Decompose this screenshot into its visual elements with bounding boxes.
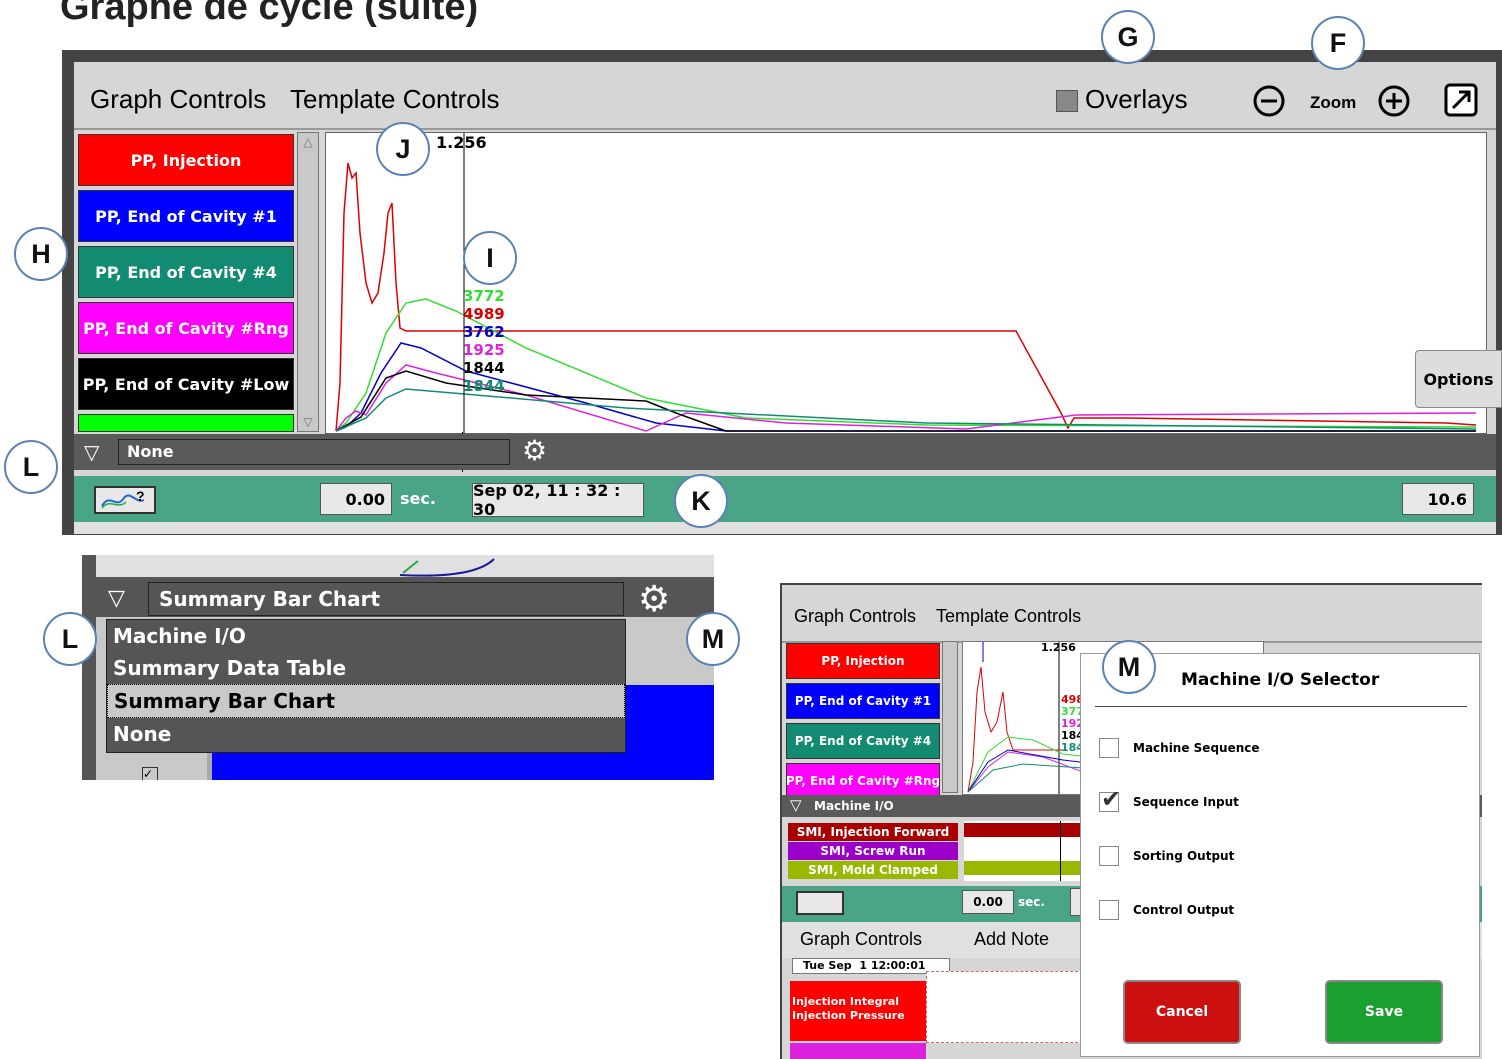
callout-m-right: M (1102, 640, 1156, 694)
dropdown-crop: ▽ Summary Bar Chart ⚙ ✓ Machine I/O Summa… (82, 555, 714, 780)
dialog-divider (1095, 706, 1467, 707)
checkbox-fragment: ✓ (142, 767, 158, 780)
dialog-checkbox-label: Sequence Input (1133, 795, 1239, 809)
right-view-select[interactable]: Machine I/O (814, 798, 1074, 814)
channel-item[interactable]: PP, End of Cavity #Low (78, 358, 294, 410)
dropdown-option[interactable]: Summary Bar Chart (107, 684, 625, 718)
right-channel-item[interactable]: PP, End of Cavity #4 (786, 723, 940, 759)
right-time-unit: sec. (1018, 895, 1045, 909)
right-graph-help-icon[interactable] (796, 891, 844, 915)
dialog-checkbox-label: Sorting Output (1133, 849, 1235, 863)
channel-item[interactable]: PP, Injection (78, 134, 294, 186)
cursor-time: 1.256 (436, 133, 487, 152)
dropdown-left-edge (82, 555, 96, 780)
right-time-value[interactable]: 0.00 (962, 890, 1014, 914)
machine-io-selector-dialog: Machine I/O Selector Machine Sequence ✔ Se… (1080, 653, 1480, 1057)
callout-g: G (1101, 10, 1155, 64)
gear-icon[interactable]: ⚙ (522, 436, 547, 466)
right-channel-item[interactable]: PP, Injection (786, 643, 940, 679)
time-unit: sec. (400, 489, 436, 508)
channel-item[interactable]: PP, End of Cavity #1 (78, 190, 294, 242)
dropdown-option[interactable]: Machine I/O (107, 620, 625, 652)
right-bottom-graph (926, 971, 1088, 1043)
io-cursor (1060, 821, 1061, 881)
right-menu-template-controls[interactable]: Template Controls (936, 606, 1081, 627)
zoom-in-icon[interactable] (1377, 84, 1411, 118)
checkmark-icon: ✔ (1101, 786, 1122, 813)
cursor-value: 3772 (463, 287, 505, 305)
options-button[interactable]: Options (1415, 350, 1502, 408)
right-cursor-time: 1.256 (1041, 641, 1076, 654)
dropdown-arrow-icon[interactable]: ▽ (84, 440, 99, 465)
time-bar (74, 476, 1496, 522)
panel-bottom-edge (74, 522, 1496, 534)
callout-l-top: L (4, 440, 58, 494)
overlays-label: Overlays (1085, 84, 1188, 114)
cursor-value: 1844 (463, 377, 505, 395)
right-dropdown-arrow-icon[interactable]: ▽ (790, 796, 802, 814)
gear-icon[interactable]: ⚙ (638, 579, 670, 619)
dialog-checkbox[interactable] (1099, 846, 1119, 866)
dialog-checkbox-label: Machine Sequence (1133, 741, 1260, 755)
callout-j: J (376, 122, 430, 176)
view-select[interactable]: Summary Bar Chart (148, 582, 624, 616)
time-value-field[interactable]: 0.00 (320, 483, 392, 515)
io-row[interactable]: SMI, Mold Clamped (788, 861, 958, 879)
dialog-checkbox-label: Control Output (1133, 903, 1235, 917)
callout-i: I (463, 231, 517, 285)
right-bottom-channel[interactable]: Injection Integral Injection Pressure (790, 981, 926, 1041)
cursor-value: 4989 (463, 305, 505, 323)
graph-fragment (399, 558, 495, 577)
cursor-value: 1844 (463, 359, 505, 377)
save-button[interactable]: Save (1325, 980, 1443, 1044)
dialog-title: Machine I/O Selector (1181, 670, 1380, 690)
cancel-button[interactable]: Cancel (1123, 980, 1241, 1044)
end-value-field[interactable]: 10.6 (1402, 483, 1474, 515)
right-scrollbar[interactable] (942, 641, 958, 793)
dialog-checkbox[interactable]: ✔ (1099, 786, 1121, 813)
channel-item[interactable] (78, 414, 294, 432)
dropdown-option[interactable]: None (107, 718, 625, 750)
channel-scrollbar[interactable]: △ ▽ (297, 132, 319, 432)
dropdown-option[interactable]: Summary Data Table (107, 652, 625, 684)
zoom-label: Zoom (1310, 93, 1357, 112)
cursor-values: 3772 4989 3762 1925 1844 1844 (463, 287, 505, 395)
page-title: Graphe de cycle (suite) (60, 0, 479, 28)
menu-graph-controls[interactable]: Graph Controls (90, 84, 266, 115)
dialog-checkbox[interactable] (1099, 900, 1119, 920)
trace-blue (335, 342, 1476, 432)
right-channel-item[interactable]: PP, End of Cavity #Rng (786, 763, 940, 799)
cursor-value: 3762 (463, 323, 505, 341)
dialog-checkbox[interactable] (1099, 738, 1119, 758)
scroll-up-icon[interactable]: △ (300, 135, 316, 149)
expand-icon[interactable] (1444, 83, 1478, 117)
right-bottom-graph-controls[interactable]: Graph Controls (800, 929, 922, 950)
callout-h: H (14, 227, 68, 281)
overlays-checkbox[interactable] (1056, 90, 1078, 112)
callout-k: K (674, 474, 728, 528)
zoom-out-icon[interactable] (1252, 84, 1286, 118)
scroll-down-icon[interactable]: ▽ (300, 415, 316, 429)
dropdown-arrow-icon[interactable]: ▽ (108, 585, 125, 611)
right-menu-graph-controls[interactable]: Graph Controls (794, 606, 916, 627)
timestamp-field[interactable]: Sep 02, 11 : 32 : 30 (472, 481, 644, 519)
graph-help-question: ? (136, 488, 145, 504)
io-row[interactable]: SMI, Injection Forward (788, 823, 958, 841)
channel-item[interactable]: PP, End of Cavity #4 (78, 246, 294, 298)
graph-help-icon[interactable]: ? (94, 486, 156, 514)
dropdown-list: Machine I/O Summary Data Table Summary Bar… (106, 619, 626, 753)
trace-green (335, 298, 1477, 432)
lower-view-select[interactable]: None (118, 439, 510, 465)
io-row[interactable]: SMI, Screw Run (788, 842, 958, 860)
channel-item[interactable]: PP, End of Cavity #Rng (78, 302, 294, 354)
callout-f: F (1311, 16, 1365, 70)
callout-l-bottom: L (43, 612, 97, 666)
menu-template-controls[interactable]: Template Controls (290, 84, 500, 115)
right-channel-item[interactable]: PP, End of Cavity #1 (786, 683, 940, 719)
right-add-note[interactable]: Add Note (974, 929, 1049, 950)
cursor-value: 1925 (463, 341, 505, 359)
callout-m-left: M (686, 612, 740, 666)
